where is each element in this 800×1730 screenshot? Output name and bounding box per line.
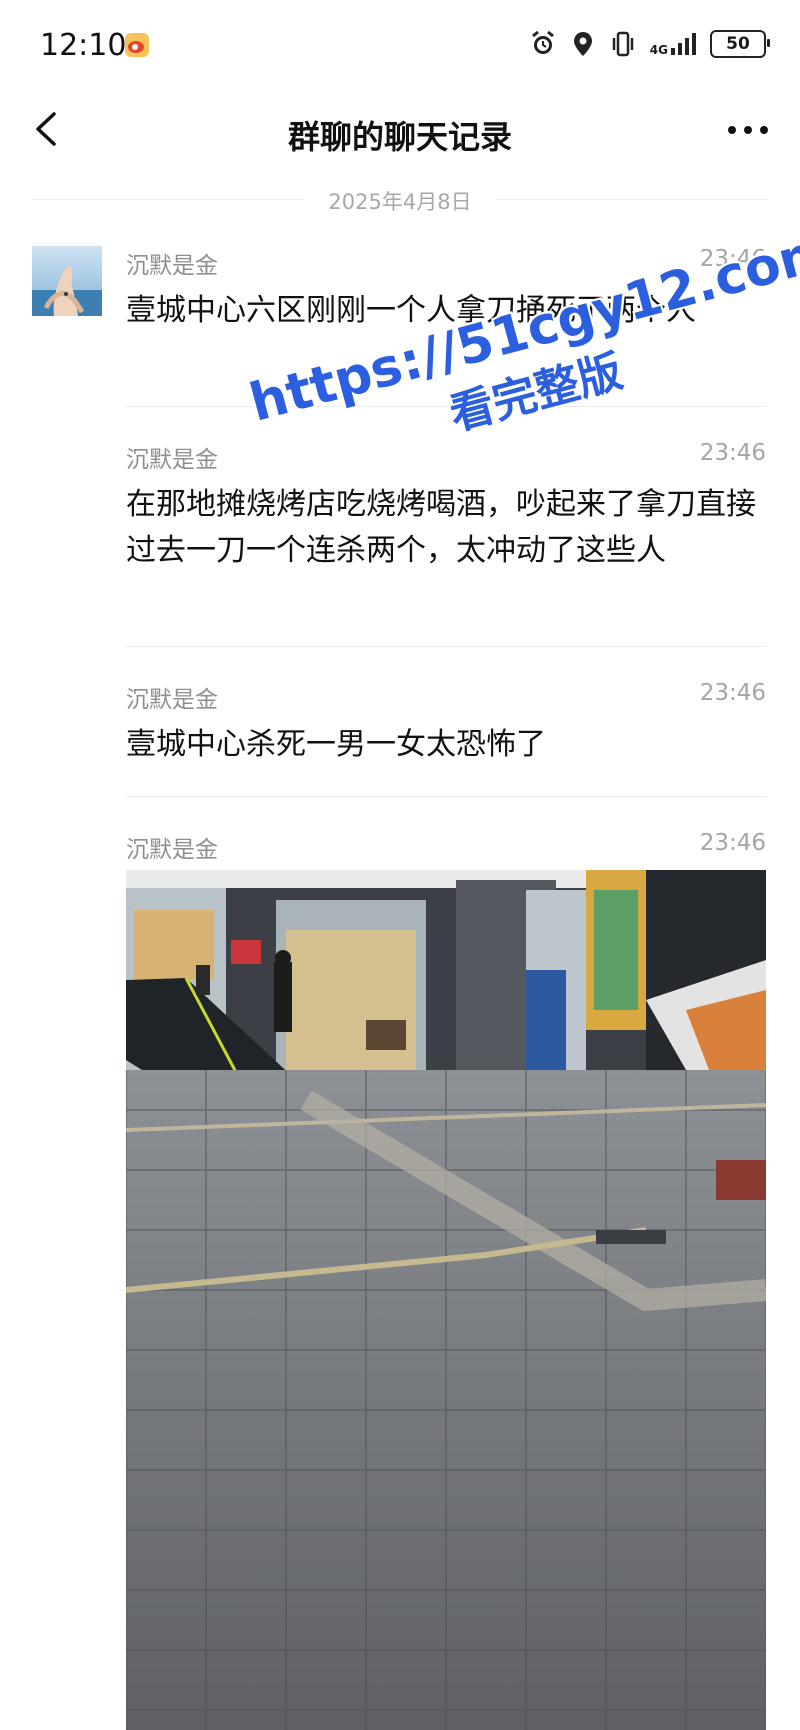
message-item[interactable]: 沉默是金 23:46 在那地摊烧烤店吃烧烤喝酒，吵起来了拿刀直接过去一刀一个连杀…: [126, 440, 766, 574]
date-divider-line-right: [496, 199, 768, 200]
date-divider: 2025年4月8日: [328, 190, 472, 214]
message-time: 23:46: [699, 246, 766, 272]
message-item[interactable]: 沉默是金 23:46 壹城中心杀死一男一女太恐怖了: [126, 680, 766, 768]
message-separator: [126, 646, 766, 647]
message-text: 壹城中心六区刚刚一个人拿刀捅死了两个人: [126, 293, 696, 328]
message-item[interactable]: 沉默是金 23:46: [126, 830, 766, 864]
message-header: 沉默是金 23:46: [126, 680, 766, 714]
page-title: 群聊的聊天记录: [287, 118, 512, 156]
signal-indicator: 4G: [650, 32, 696, 56]
message-text: 在那地摊烧烤店吃烧烤喝酒，吵起来了拿刀直接过去一刀一个连杀两个，太冲动了这些人: [126, 487, 756, 568]
message-header: 沉默是金 23:46: [126, 440, 766, 474]
battery-icon: 50: [710, 30, 770, 58]
sender-name: 沉默是金: [126, 687, 218, 713]
message-photo[interactable]: [126, 870, 766, 1730]
sender-name: 沉默是金: [126, 253, 218, 279]
street-scene-photo: [126, 870, 766, 1730]
network-label: 4G: [649, 43, 668, 57]
message-header: 沉默是金 23:46: [126, 830, 766, 864]
sender-name: 沉默是金: [126, 447, 218, 473]
message-header: 沉默是金 23:46: [126, 246, 766, 280]
message-separator: [126, 796, 766, 797]
nav-header: 群聊的聊天记录: [0, 92, 800, 172]
message-item[interactable]: 沉默是金 23:46 壹城中心六区刚刚一个人拿刀捅死了两个人: [126, 246, 766, 334]
sender-name: 沉默是金: [126, 837, 218, 863]
avatar-image: [32, 246, 102, 316]
vibrate-icon: [612, 31, 634, 57]
location-icon: [573, 32, 592, 56]
more-dots-icon[interactable]: [724, 118, 772, 142]
alarm-icon: [531, 30, 554, 54]
message-separator: [126, 406, 766, 407]
status-time: 12:10: [40, 28, 127, 63]
message-time: 23:46: [699, 440, 766, 466]
sender-avatar[interactable]: [32, 246, 102, 316]
status-bar: 12:10 4G 50: [0, 0, 800, 92]
message-time: 23:46: [699, 830, 766, 856]
signal-icon: [671, 33, 696, 55]
message-text: 壹城中心杀死一男一女太恐怖了: [126, 727, 546, 762]
message-time: 23:46: [699, 680, 766, 706]
weibo-app-icon: [125, 33, 149, 57]
